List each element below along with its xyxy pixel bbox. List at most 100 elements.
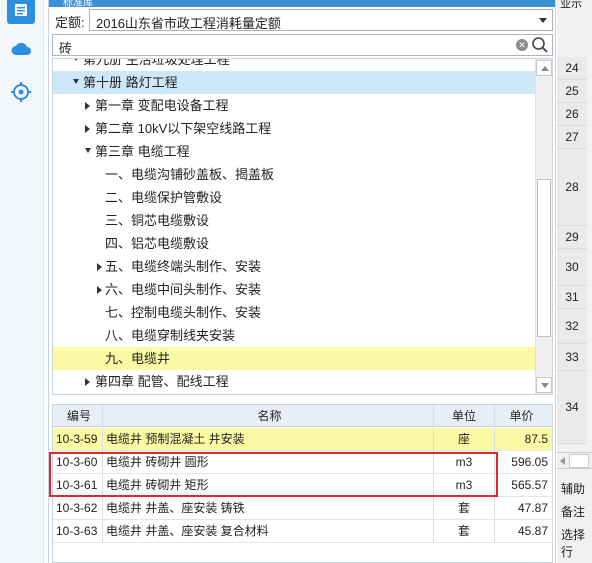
target-icon[interactable] [7, 78, 35, 106]
cloud-icon[interactable] [7, 35, 35, 63]
tree-node[interactable]: 二、电缆保护管敷设 [53, 186, 537, 209]
tree-node-label: 八、电缆穿制线夹安装 [105, 328, 236, 343]
tree-node[interactable]: 四、铝芯电缆敷设 [53, 232, 537, 255]
collapse-triangle-icon[interactable] [85, 102, 90, 110]
quota-label: 定额: [55, 15, 85, 30]
tree-node[interactable]: 第三章 电缆工程 [53, 140, 537, 163]
collapse-triangle-icon[interactable] [85, 378, 90, 386]
table-row[interactable]: 10-3-60 电缆井 砖砌井 圆形 m3 596.05 [53, 451, 553, 474]
scroll-thumb[interactable] [569, 454, 589, 468]
cell-name: 电缆井 井盖、座安装 铸铁 [103, 497, 434, 519]
quota-value: 2016山东省市政工程消耗量定额 [96, 16, 281, 31]
scroll-left-icon[interactable] [560, 457, 565, 465]
tree-node-label: 六、电缆中间头制作、安装 [105, 282, 262, 297]
collapse-triangle-icon[interactable] [97, 263, 102, 271]
header-name[interactable]: 名称 [103, 405, 434, 426]
tree-node[interactable]: 八、电缆穿制线夹安装 [53, 324, 537, 347]
list-icon[interactable] [7, 0, 35, 24]
row-number: 30 [557, 249, 587, 286]
cell-code: 10-3-60 [53, 451, 103, 473]
tree-node[interactable]: 九、电缆井 [53, 347, 537, 370]
tree-node[interactable]: 一、电缆沟铺砂盖板、揭盖板 [53, 163, 537, 186]
row-number: 29 [557, 226, 587, 249]
cell-name: 电缆井 砖砌井 圆形 [103, 451, 434, 473]
expand-triangle-icon[interactable] [73, 79, 79, 84]
row-number: 28 [557, 149, 587, 226]
tree-node[interactable]: 第九册 生活垃圾处理工程 [53, 58, 537, 71]
row-number: 33 [557, 344, 587, 371]
row-number: 24 [557, 57, 587, 80]
expand-triangle-icon[interactable] [85, 148, 91, 153]
right-hscroll[interactable] [557, 452, 592, 469]
right-panel-header: 业示 [560, 0, 582, 8]
table-row[interactable]: 10-3-59 电缆井 预制混凝土 井安装座 87.5 [53, 428, 553, 451]
row-number: 25 [557, 80, 587, 103]
tree-node[interactable]: 第十册 路灯工程 [53, 71, 537, 94]
header-price[interactable]: 单价 [495, 405, 553, 426]
tree-node-label: 第九册 生活垃圾处理工程 [83, 58, 230, 67]
cell-name: 电缆井 井盖、座安装 复合材料 [103, 520, 434, 542]
quota-tree: 第四章 配管、配线工程 九、电缆井 八、电缆穿制线夹安装 七、控制电缆头制作、安装 六、… [52, 58, 553, 395]
tree-node-label: 四、铝芯电缆敷设 [105, 236, 210, 251]
quota-row: 定额: 2016山东省市政工程消耗量定额 [49, 9, 555, 31]
cell-code: 10-3-63 [53, 520, 103, 542]
table-row[interactable]: 10-3-63 电缆井 井盖、座安装 复合材料套 45.87 [53, 520, 553, 543]
expand-triangle-icon[interactable] [73, 59, 79, 61]
left-rail [0, 0, 44, 563]
scroll-up-icon[interactable] [536, 60, 552, 76]
tree-node-label: 第十册 路灯工程 [83, 75, 178, 90]
cell-unit: 座 [434, 428, 495, 450]
row-number: 31 [557, 286, 587, 309]
cell-price: 47.87 [495, 497, 553, 519]
standard-library-panel: 标准库 定额: 2016山东省市政工程消耗量定额 砖 ✕ 第四章 配管、配线工程… [48, 0, 556, 563]
tab-aux[interactable]: 辅助 [557, 480, 592, 497]
search-icon[interactable] [531, 36, 549, 54]
cell-unit: m3 [434, 451, 495, 473]
cell-name: 电缆井 砖砌井 矩形 [103, 474, 434, 496]
tab-note[interactable]: 备注 [557, 503, 592, 520]
header-code[interactable]: 编号 [53, 405, 103, 426]
header-unit[interactable]: 单位 [434, 405, 495, 426]
cell-price: 87.5 [495, 428, 553, 450]
collapse-triangle-icon[interactable] [85, 125, 90, 133]
tree-node[interactable]: 三、铜芯电缆敷设 [53, 209, 537, 232]
cell-price: 596.05 [495, 451, 553, 473]
cell-code: 10-3-62 [53, 497, 103, 519]
tree-node-label: 第一章 变配电设备工程 [95, 98, 229, 113]
right-panel: 业示 24 25 26 27 28 29 30 31 32 33 34 辅助 备注 选择行 [557, 0, 592, 563]
row-number: 26 [557, 103, 587, 126]
panel-header: 标准库 [49, 0, 555, 7]
row-number: 32 [557, 309, 587, 344]
row-number: 27 [557, 126, 587, 149]
tree-node[interactable]: 五、电缆终端头制作、安装 [53, 255, 537, 278]
table-row[interactable]: 10-3-61 电缆井 砖砌井 矩形 m3 565.57 [53, 474, 553, 497]
select-row-text: 选择行 [561, 528, 586, 559]
table-row[interactable]: 10-3-62 电缆井 井盖、座安装 铸铁套 47.87 [53, 497, 553, 520]
tree-node[interactable]: 第一章 变配电设备工程 [53, 94, 537, 117]
cell-name: 电缆井 预制混凝土 井安装 [103, 428, 434, 450]
clear-icon[interactable]: ✕ [516, 39, 528, 51]
tree-node-label: 第二章 10kV以下架空线路工程 [95, 121, 272, 136]
tree-node[interactable]: 七、控制电缆头制作、安装 [53, 301, 537, 324]
tree-node-label: 五、电缆终端头制作、安装 [105, 259, 262, 274]
tree-scrollbar[interactable] [535, 59, 552, 394]
cell-unit: 套 [434, 497, 495, 519]
tree-node[interactable]: 第二章 10kV以下架空线路工程 [53, 117, 537, 140]
cell-price: 565.57 [495, 474, 553, 496]
tree-node-label: 第四章 配管、配线工程 [95, 374, 229, 389]
tree-node[interactable]: 六、电缆中间头制作、安装 [53, 278, 537, 301]
cell-unit: 套 [434, 520, 495, 542]
cell-code: 10-3-59 [53, 428, 103, 450]
scroll-down-icon[interactable] [536, 377, 552, 393]
quota-table: 编号 名称 单位 单价 10-3-59 电缆井 预制混凝土 井安装座 87.5 10-… [52, 404, 553, 563]
collapse-triangle-icon[interactable] [97, 286, 102, 294]
scroll-thumb[interactable] [537, 179, 551, 337]
cell-unit: m3 [434, 474, 495, 496]
quota-select[interactable]: 2016山东省市政工程消耗量定额 [89, 9, 553, 31]
tree-node-label: 一、电缆沟铺砂盖板、揭盖板 [105, 167, 275, 182]
tree-node-label: 三、铜芯电缆敷设 [105, 213, 210, 228]
tree-node[interactable]: 第四章 配管、配线工程 [53, 370, 537, 393]
search-input[interactable]: 砖 ✕ [52, 34, 553, 56]
tree-node-label: 七、控制电缆头制作、安装 [105, 305, 262, 320]
search-value: 砖 [59, 41, 73, 56]
